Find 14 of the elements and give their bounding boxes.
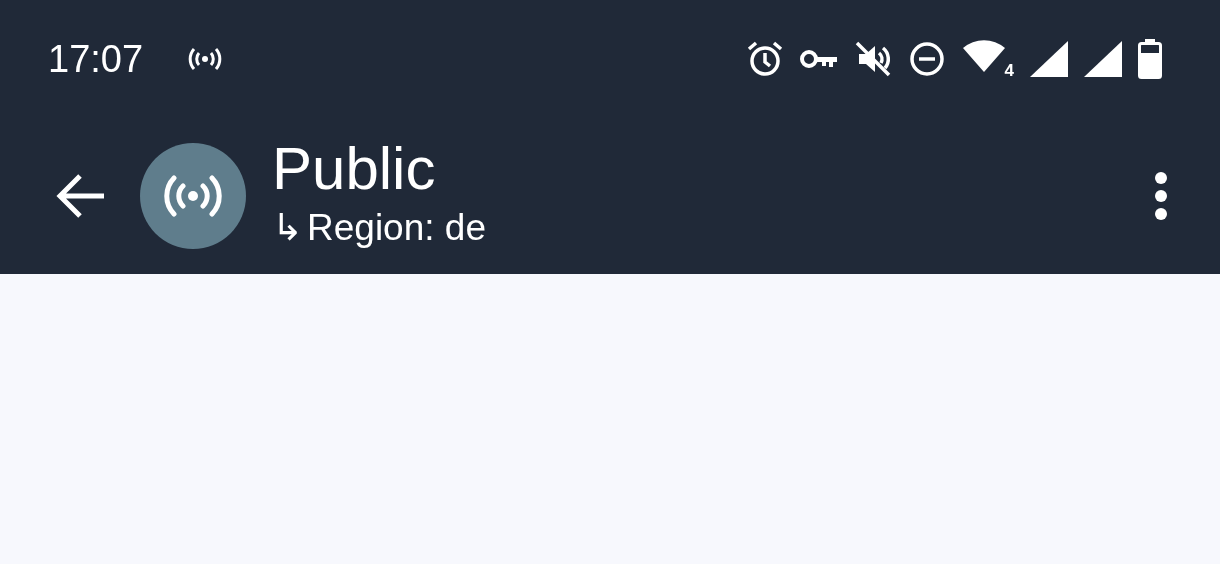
channel-subtitle: Region: de [307,208,486,246]
key-icon [800,47,838,71]
do-not-disturb-icon [908,40,946,78]
signal-icon [1030,41,1068,77]
clock-time: 17:07 [48,36,144,82]
alarm-clock-icon [746,40,784,78]
battery-icon [1138,39,1162,79]
muted-speaker-icon [854,40,892,78]
back-arrow-icon[interactable] [56,173,106,219]
signal-icon [1084,41,1122,77]
overflow-menu-icon[interactable] [1154,171,1168,221]
channel-title: Public [272,138,437,199]
broadcast-icon [187,47,224,71]
reply-arrow-glyph: ↳ [272,208,303,246]
